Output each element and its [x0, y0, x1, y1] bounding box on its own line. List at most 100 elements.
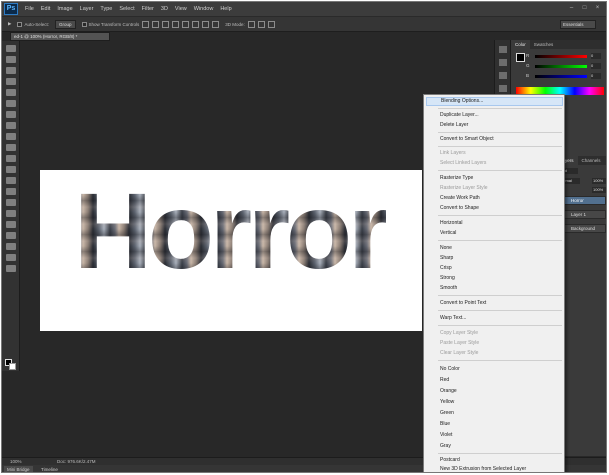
color-panel-foreground-swatch[interactable]: [516, 53, 525, 62]
align-right-icon[interactable]: [192, 20, 200, 28]
blue-slider[interactable]: [535, 75, 587, 78]
crop-tool-icon[interactable]: [6, 89, 16, 96]
context-item-color-red[interactable]: Red: [426, 376, 563, 385]
context-item-postcard[interactable]: Postcard: [426, 456, 563, 465]
menu-file[interactable]: File: [25, 6, 34, 12]
context-item-color-orange[interactable]: Orange: [426, 387, 563, 396]
move-tool-icon[interactable]: [6, 45, 16, 52]
context-item-color-violet[interactable]: Violet: [426, 431, 563, 440]
history-icon[interactable]: [499, 46, 507, 53]
history-brush-tool-icon[interactable]: [6, 144, 16, 151]
context-item-delete-layer[interactable]: Delete Layer: [426, 121, 563, 130]
hand-tool-icon[interactable]: [6, 243, 16, 250]
properties-icon[interactable]: [499, 59, 507, 66]
3d-roll-icon[interactable]: [257, 20, 265, 28]
distribute-horizontal-icon[interactable]: [212, 20, 220, 28]
context-item-rasterize-type[interactable]: Rasterize Type: [426, 174, 563, 183]
context-item-convert-smart-object[interactable]: Convert to Smart Object: [426, 135, 563, 144]
zoom-level[interactable]: 100%: [10, 459, 22, 464]
marquee-tool-icon[interactable]: [6, 56, 16, 63]
context-item-duplicate-layer[interactable]: Duplicate Layer...: [426, 111, 563, 120]
blue-value[interactable]: 0: [591, 73, 601, 79]
green-slider[interactable]: [535, 65, 587, 68]
blur-tool-icon[interactable]: [6, 177, 16, 184]
tab-timeline[interactable]: Timeline: [38, 466, 61, 472]
background-color-swatch[interactable]: [9, 363, 16, 370]
healing-brush-tool-icon[interactable]: [6, 111, 16, 118]
maximize-icon[interactable]: □: [580, 4, 589, 12]
layer-row[interactable]: Horror: [558, 196, 606, 205]
tab-color[interactable]: Color: [511, 40, 530, 49]
align-middle-icon[interactable]: [152, 20, 160, 28]
green-value[interactable]: 0: [591, 63, 601, 69]
red-value[interactable]: 0: [591, 53, 601, 59]
3d-rotate-icon[interactable]: [247, 20, 255, 28]
align-top-icon[interactable]: [142, 20, 150, 28]
context-item-aa-crisp[interactable]: Crisp: [426, 264, 563, 273]
align-center-icon[interactable]: [182, 20, 190, 28]
context-item-new-3d-extrusion[interactable]: New 3D Extrusion from Selected Layer: [426, 465, 563, 472]
context-item-aa-smooth[interactable]: Smooth: [426, 284, 563, 293]
context-item-convert-point-text[interactable]: Convert to Point Text: [426, 299, 563, 308]
zoom-tool-icon[interactable]: [6, 254, 16, 261]
menu-type[interactable]: Type: [100, 6, 112, 12]
layer-row[interactable]: Background: [558, 224, 606, 233]
context-item-horizontal[interactable]: Horizontal: [426, 219, 563, 228]
auto-select-dropdown[interactable]: Group: [54, 19, 76, 29]
red-slider-row[interactable]: R 0: [526, 53, 603, 59]
context-item-aa-none[interactable]: None: [426, 244, 563, 253]
auto-select-option[interactable]: Auto-Select:: [17, 21, 49, 27]
context-item-aa-strong[interactable]: Strong: [426, 274, 563, 283]
document-canvas[interactable]: Horror Horror: [40, 170, 422, 331]
menu-3d[interactable]: 3D: [161, 6, 168, 12]
show-transform-option[interactable]: Show Transform Controls: [81, 21, 139, 27]
workspace-switcher[interactable]: Essentials: [560, 20, 596, 29]
context-item-convert-to-shape[interactable]: Convert to Shape: [426, 204, 563, 213]
menu-window[interactable]: Window: [194, 6, 214, 12]
align-bottom-icon[interactable]: [162, 20, 170, 28]
context-item-color-yellow[interactable]: Yellow: [426, 398, 563, 407]
context-item-blending-options[interactable]: Blending Options...: [426, 97, 563, 106]
context-item-color-none[interactable]: No Color: [426, 365, 563, 374]
tab-mini-bridge[interactable]: Mini Bridge: [4, 466, 33, 472]
show-transform-checkbox[interactable]: [81, 21, 87, 27]
dodge-tool-icon[interactable]: [6, 188, 16, 195]
menu-view[interactable]: View: [175, 6, 187, 12]
distribute-icon[interactable]: [202, 20, 210, 28]
menu-image[interactable]: Image: [57, 6, 72, 12]
context-item-warp-text[interactable]: Warp Text...: [426, 314, 563, 323]
eyedropper-tool-icon[interactable]: [6, 100, 16, 107]
menu-edit[interactable]: Edit: [41, 6, 50, 12]
context-item-create-work-path[interactable]: Create Work Path: [426, 194, 563, 203]
move-tool-icon[interactable]: ▶: [8, 21, 11, 27]
type-tool-icon[interactable]: [6, 210, 16, 217]
minimize-icon[interactable]: –: [567, 4, 576, 12]
brush-tool-icon[interactable]: [6, 122, 16, 129]
document-tab[interactable]: ed-1 @ 100% (Horror, RGB/8) *: [10, 32, 110, 41]
align-left-icon[interactable]: [172, 20, 180, 28]
gradient-tool-icon[interactable]: [6, 166, 16, 173]
lasso-tool-icon[interactable]: [6, 67, 16, 74]
context-item-vertical[interactable]: Vertical: [426, 229, 563, 238]
clone-stamp-tool-icon[interactable]: [6, 133, 16, 140]
fill-field[interactable]: 100%: [592, 187, 606, 193]
shape-tool-icon[interactable]: [6, 232, 16, 239]
pen-tool-icon[interactable]: [6, 199, 16, 206]
blue-slider-row[interactable]: B 0: [526, 73, 603, 79]
tab-channels[interactable]: Channels: [578, 156, 605, 165]
green-slider-row[interactable]: G 0: [526, 63, 603, 69]
context-item-color-green[interactable]: Green: [426, 409, 563, 418]
3d-tool-icon[interactable]: [6, 265, 16, 272]
opacity-field[interactable]: 100%: [592, 178, 606, 184]
path-selection-tool-icon[interactable]: [6, 221, 16, 228]
context-item-color-gray[interactable]: Gray: [426, 442, 563, 451]
red-slider[interactable]: [535, 55, 587, 58]
auto-select-checkbox[interactable]: [17, 21, 23, 27]
context-item-aa-sharp[interactable]: Sharp: [426, 254, 563, 263]
layer-row[interactable]: Layer 1: [558, 210, 606, 219]
menu-select[interactable]: Select: [119, 6, 134, 12]
menu-filter[interactable]: Filter: [142, 6, 154, 12]
3d-drag-icon[interactable]: [267, 20, 275, 28]
tab-swatches[interactable]: Swatches: [530, 40, 558, 49]
character-icon[interactable]: [499, 72, 507, 79]
